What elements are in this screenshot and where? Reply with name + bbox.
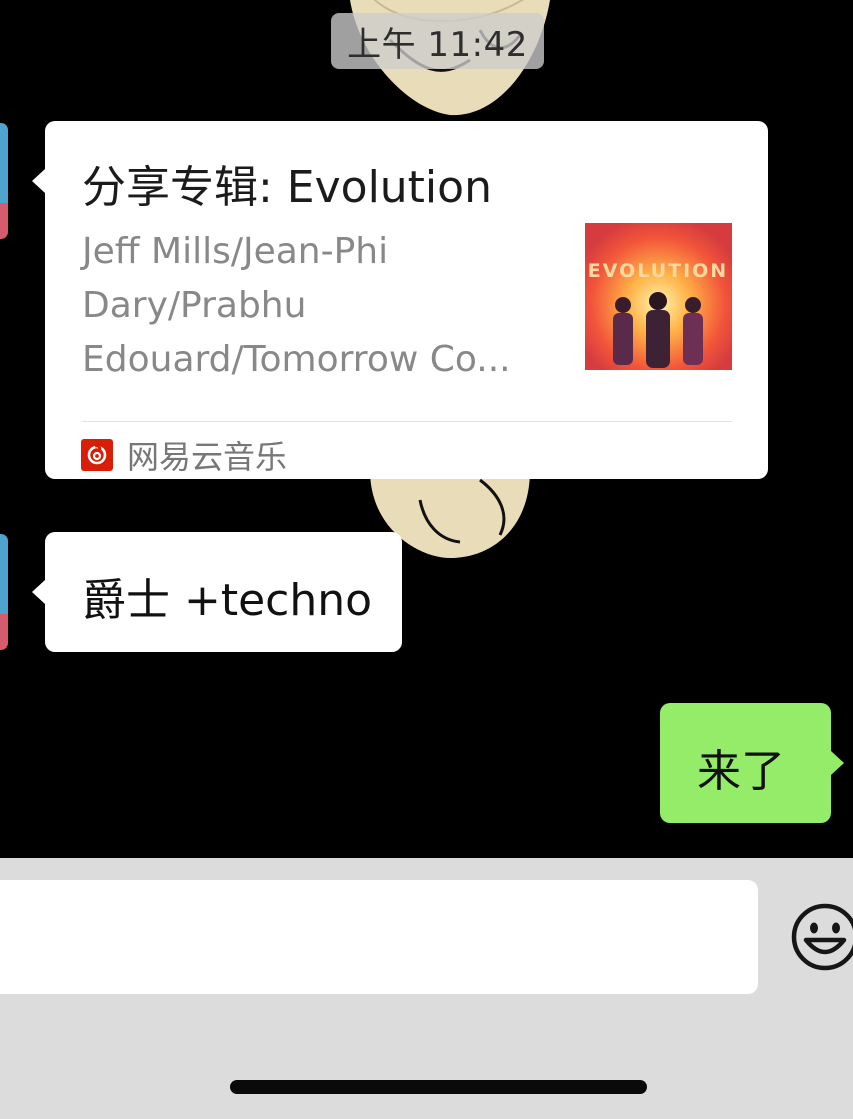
share-source-label: 网易云音乐 bbox=[127, 438, 288, 476]
outgoing-message-bubble[interactable]: 来了 bbox=[660, 703, 844, 823]
message-text: 来了 bbox=[697, 746, 785, 797]
share-source: 网易云音乐 bbox=[81, 432, 287, 478]
contact-avatar[interactable] bbox=[0, 123, 8, 239]
contact-avatar[interactable] bbox=[0, 534, 8, 650]
message-input[interactable] bbox=[0, 880, 758, 994]
card-divider bbox=[82, 421, 732, 422]
message-text: 爵士 +techno bbox=[82, 575, 373, 626]
album-art-title: EVOLUTION bbox=[588, 260, 728, 282]
artist-line: Jeff Mills/Jean-Phi bbox=[82, 231, 389, 272]
share-card-title: 分享专辑: Evolution bbox=[82, 162, 492, 213]
smile-icon[interactable] bbox=[789, 898, 853, 976]
netease-music-icon bbox=[81, 439, 113, 471]
home-indicator[interactable] bbox=[230, 1080, 647, 1094]
incoming-message-bubble[interactable]: 爵士 +techno bbox=[32, 532, 402, 652]
artist-line: Dary/Prabhu bbox=[82, 285, 307, 326]
artist-line: Edouard/Tomorrow Co... bbox=[82, 339, 511, 380]
music-share-card[interactable]: 分享专辑: Evolution Jeff Mills/Jean-Phi Dary… bbox=[32, 121, 768, 479]
album-cover-image: EVOLUTION bbox=[585, 223, 732, 370]
chat-background: 上午 11:42 分享专辑: Evolution Jeff Mills/Jean… bbox=[0, 0, 853, 858]
share-card-artists: Jeff Mills/Jean-Phi Dary/Prabhu Edouard/… bbox=[82, 225, 552, 387]
message-timestamp: 上午 11:42 bbox=[331, 13, 544, 69]
